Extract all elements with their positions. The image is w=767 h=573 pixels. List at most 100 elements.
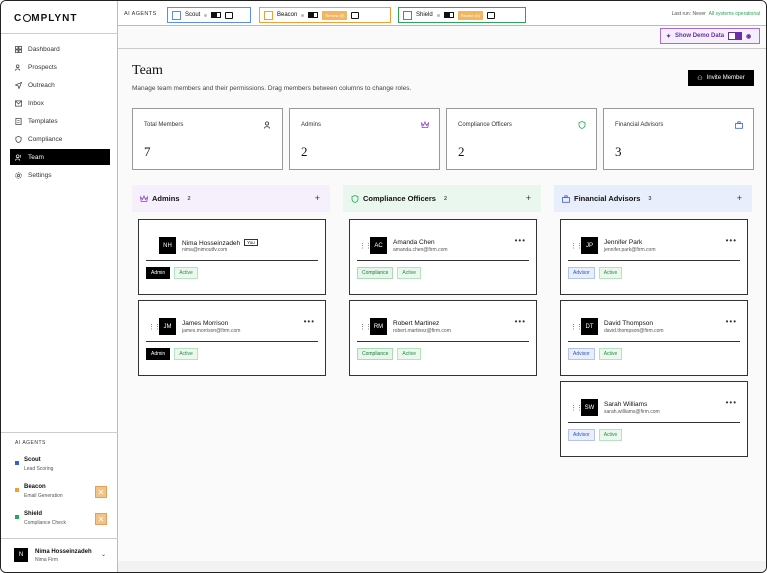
agent-toggle[interactable]	[308, 12, 319, 18]
agent-name: Scout	[185, 12, 201, 18]
agent-chip-shield[interactable]: Shield Review (0)	[398, 7, 526, 23]
sidebar-item-settings[interactable]: Settings	[10, 167, 110, 183]
member-card[interactable]: ⋮⋮ JP Jennifer Park jennifer.park@firm.c…	[560, 219, 748, 295]
member-card[interactable]: NH Nima Hosseinzadeh You nima@nimoutfv.co…	[138, 219, 326, 295]
more-options-icon[interactable]: •••	[515, 236, 526, 245]
member-card[interactable]: ⋮⋮ RM Robert Martinez robert.martinez@fi…	[349, 300, 537, 376]
member-card[interactable]: ⋮⋮ SW Sarah Williams sarah.williams@firm…	[560, 381, 748, 457]
review-button[interactable]: Review (0)	[322, 10, 348, 20]
system-status: All systems operational	[708, 11, 760, 17]
more-options-icon[interactable]: •••	[304, 317, 315, 326]
divider	[1, 538, 118, 539]
message-icon[interactable]	[486, 11, 495, 19]
divider	[568, 260, 740, 261]
sidebar-agent-shield[interactable]: Shield Compliance Check ✕	[15, 511, 107, 531]
status-dot	[15, 461, 19, 465]
scout-icon	[172, 10, 181, 20]
sidebar-item-prospects[interactable]: Prospects	[10, 59, 110, 75]
divider	[357, 260, 529, 261]
column-count: 2	[187, 195, 191, 202]
bottom-area	[118, 561, 766, 572]
show-demo-data-toggle[interactable]: ✦ Show Demo Data ◉	[660, 28, 760, 44]
invite-label: Invite Member	[706, 75, 745, 81]
member-email: amanda.chen@firm.com	[393, 247, 448, 253]
crown-icon	[140, 194, 148, 202]
sidebar-item-label: Dashboard	[28, 45, 60, 53]
role-badge: Compliance	[357, 348, 394, 360]
stat-card-compliance-officers: Compliance Officers 2	[446, 108, 597, 170]
agent-chip-scout[interactable]: Scout	[167, 7, 251, 23]
user-plus-icon: ⚇	[697, 75, 703, 82]
more-options-icon[interactable]: •••	[726, 236, 737, 245]
eye-icon[interactable]: ◉	[746, 33, 751, 40]
sidebar-item-label: Inbox	[28, 99, 44, 107]
app-window: C MPLYNT Dashboard Prospects Outreach Inb…	[0, 0, 767, 573]
column-header-admins: Admins 2 +	[132, 185, 330, 212]
add-financial-advisor-button[interactable]: +	[737, 193, 742, 203]
stat-label: Total Members	[144, 122, 184, 128]
divider	[568, 422, 740, 423]
agent-name: Scout	[24, 457, 41, 463]
avatar: RM	[370, 318, 387, 335]
member-name: James Morrison	[182, 320, 229, 327]
divider	[357, 341, 529, 342]
avatar: JM	[159, 318, 176, 335]
stat-card-total-members: Total Members 7	[132, 108, 283, 170]
divider	[1, 432, 118, 433]
member-card[interactable]: ⋮⋮ JM James Morrison james.morrison@firm…	[138, 300, 326, 376]
sidebar-item-inbox[interactable]: Inbox	[10, 95, 110, 111]
more-options-icon[interactable]: •••	[726, 317, 737, 326]
member-card[interactable]: ⋮⋮ AC Amanda Chen amanda.chen@firm.com •…	[349, 219, 537, 295]
avatar: AC	[370, 237, 387, 254]
agent-toggle[interactable]	[443, 12, 454, 18]
sidebar-item-compliance[interactable]: Compliance	[10, 131, 110, 147]
column-title: Compliance Officers	[363, 194, 436, 203]
member-card[interactable]: ⋮⋮ DT David Thompson david.thompson@firm…	[560, 300, 748, 376]
stat-card-admins: Admins 2	[289, 108, 440, 170]
stat-value: 3	[615, 144, 622, 159]
add-compliance-officer-button[interactable]: +	[526, 193, 531, 203]
message-icon[interactable]	[225, 11, 234, 19]
team-icon	[15, 153, 22, 161]
agent-name: Shield	[416, 12, 433, 18]
divider	[568, 341, 740, 342]
more-options-icon[interactable]: •••	[515, 317, 526, 326]
sidebar-item-team[interactable]: Team	[10, 149, 110, 165]
invite-member-button[interactable]: ⚇ Invite Member	[688, 70, 754, 86]
avatar: JP	[581, 237, 598, 254]
member-name: Nima Hosseinzadeh You	[182, 239, 258, 247]
status-badge: Active	[397, 348, 422, 360]
avatar: NH	[159, 237, 176, 254]
users-icon	[264, 121, 270, 129]
warning-icon[interactable]: ✕	[95, 486, 107, 498]
warning-icon[interactable]: ✕	[95, 513, 107, 525]
sidebar-agent-scout[interactable]: Scout Lead Scoring	[15, 457, 107, 477]
role-badge: Admin	[146, 348, 171, 360]
review-button[interactable]: Review (0)	[457, 10, 483, 20]
add-admin-button[interactable]: +	[315, 193, 320, 203]
member-email: robert.martinez@firm.com	[393, 328, 451, 334]
inbox-icon	[15, 100, 22, 107]
user-menu[interactable]: N Nima Hosseinzadeh Nima Firm ⌄	[14, 548, 109, 568]
sidebar-agent-beacon[interactable]: Beacon Email Generation ✕	[15, 484, 107, 504]
demo-switch[interactable]	[728, 32, 743, 40]
agents-label: AI AGENTS	[124, 11, 157, 17]
chevron-down-icon[interactable]: ⌄	[101, 551, 106, 558]
shield-icon	[351, 194, 359, 203]
more-options-icon[interactable]: •••	[726, 398, 737, 407]
sidebar-item-outreach[interactable]: Outreach	[10, 77, 110, 93]
briefcase-icon	[562, 194, 570, 203]
member-email: jennifer.park@firm.com	[604, 247, 656, 253]
divider	[146, 260, 318, 261]
sidebar-item-dashboard[interactable]: Dashboard	[10, 41, 110, 57]
avatar: N	[14, 548, 28, 562]
agent-chip-beacon[interactable]: Beacon Review (0)	[259, 7, 391, 23]
sidebar: C MPLYNT Dashboard Prospects Outreach Inb…	[1, 1, 118, 572]
status-badge: Active	[598, 267, 623, 279]
agent-toggle[interactable]	[211, 12, 222, 18]
sidebar-item-templates[interactable]: Templates	[10, 113, 110, 129]
status-dot	[204, 13, 208, 17]
message-icon[interactable]	[351, 11, 360, 19]
last-run-status: Last run: Never All systems operational	[671, 11, 760, 17]
page-title: Team	[132, 63, 163, 78]
